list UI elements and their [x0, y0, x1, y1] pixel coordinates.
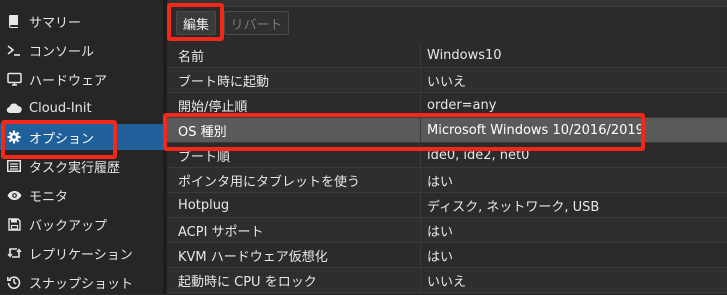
table-row-selected[interactable]: OS 種別 Microsoft Windows 10/2016/2019: [167, 118, 727, 143]
table-row[interactable]: 名前 Windows10: [167, 43, 727, 68]
panel-top-strip: [167, 0, 727, 7]
option-key: ACPI サポート: [178, 224, 264, 240]
table-row[interactable]: 開始/停止順 order=any: [167, 93, 727, 118]
option-value: いいえ: [427, 274, 467, 290]
column-divider: [420, 193, 421, 217]
monitor-icon: [6, 71, 22, 87]
option-value: はい: [427, 224, 454, 240]
table-row[interactable]: 起動時に CPU をロック いいえ: [167, 268, 727, 293]
table-row[interactable]: KVM ハードウェア仮想化 はい: [167, 243, 727, 268]
option-key: KVM ハードウェア仮想化: [178, 249, 328, 265]
sidebar-item-task-history[interactable]: タスク実行履歴: [0, 153, 163, 179]
column-divider: [420, 68, 421, 92]
toolbar: 編集 リバート: [167, 7, 727, 41]
column-divider: [420, 243, 421, 267]
sidebar-item-summary[interactable]: サマリー: [0, 8, 163, 34]
option-value: order=any: [427, 97, 497, 113]
column-divider: [420, 218, 421, 242]
floppy-icon: [6, 216, 22, 232]
sidebar-item-options[interactable]: オプション: [0, 124, 163, 150]
sidebar-item-console[interactable]: コンソール: [0, 37, 163, 63]
edit-button[interactable]: 編集: [176, 11, 216, 35]
book-icon: [6, 13, 22, 29]
sidebar-item-cloud-init[interactable]: Cloud-Init: [0, 95, 163, 121]
option-value: Windows10: [427, 47, 502, 63]
table-row[interactable]: ブート時に起動 いいえ: [167, 68, 727, 93]
sidebar-item-label: Cloud-Init: [29, 100, 92, 116]
column-divider: [420, 93, 421, 117]
sidebar-item-label: バックアップ: [29, 218, 108, 234]
sidebar-item-label: レプリケーション: [29, 247, 133, 263]
column-divider: [420, 43, 421, 67]
column-divider: [420, 118, 421, 142]
sidebar-item-snapshot[interactable]: スナップショット: [0, 269, 163, 295]
terminal-icon: [6, 42, 22, 58]
sidebar-item-label: ハードウェア: [29, 73, 108, 89]
options-panel: 編集 リバート 名前 Windows10 ブート時に起動 いいえ 開始/停止順 …: [167, 0, 727, 294]
history-icon: [6, 274, 22, 290]
option-key: ポインタ用にタブレットを使う: [178, 174, 361, 190]
sidebar-item-replication[interactable]: レプリケーション: [0, 240, 163, 266]
sidebar-item-label: オプション: [29, 131, 95, 147]
sidebar-item-label: モニタ: [29, 189, 69, 205]
gear-icon: [6, 129, 22, 145]
sidebar-item-hardware[interactable]: ハードウェア: [0, 66, 163, 92]
option-key: 起動時に CPU をロック: [178, 274, 317, 290]
column-divider: [420, 143, 421, 167]
sidebar-item-monitor[interactable]: モニタ: [0, 182, 163, 208]
option-value: ディスク, ネットワーク, USB: [427, 199, 600, 215]
option-value: Microsoft Windows 10/2016/2019: [427, 122, 644, 138]
column-divider: [420, 268, 421, 292]
option-key: 開始/停止順: [178, 99, 248, 115]
table-row[interactable]: ポインタ用にタブレットを使う はい: [167, 168, 727, 193]
column-divider: [420, 168, 421, 192]
table-row[interactable]: ACPI サポート はい: [167, 218, 727, 243]
sidebar-item-label: サマリー: [29, 15, 82, 31]
retweet-icon: [6, 245, 22, 261]
table-row[interactable]: Hotplug ディスク, ネットワーク, USB: [167, 193, 727, 218]
cloud-icon: [6, 100, 22, 116]
sidebar-item-label: スナップショット: [29, 276, 134, 292]
list-icon: [6, 158, 22, 174]
revert-button[interactable]: リバート: [224, 11, 289, 35]
option-value: いいえ: [427, 74, 467, 90]
option-key: Hotplug: [178, 197, 230, 213]
sidebar-item-label: コンソール: [29, 44, 95, 60]
option-value: ide0, ide2, net0: [427, 147, 530, 163]
sidebar-item-label: タスク実行履歴: [29, 160, 121, 176]
table-row[interactable]: ブート順 ide0, ide2, net0: [167, 143, 727, 168]
eye-icon: [6, 187, 22, 203]
option-key: OS 種別: [178, 124, 227, 140]
sidebar: サマリー コンソール ハードウェア Cloud-Init オプション タスク実行…: [0, 0, 163, 294]
sidebar-item-backup[interactable]: バックアップ: [0, 211, 163, 237]
option-key: ブート順: [178, 149, 231, 165]
option-value: はい: [427, 249, 454, 265]
option-value: はい: [427, 174, 454, 190]
option-key: 名前: [178, 49, 205, 65]
option-key: ブート時に起動: [178, 74, 270, 90]
